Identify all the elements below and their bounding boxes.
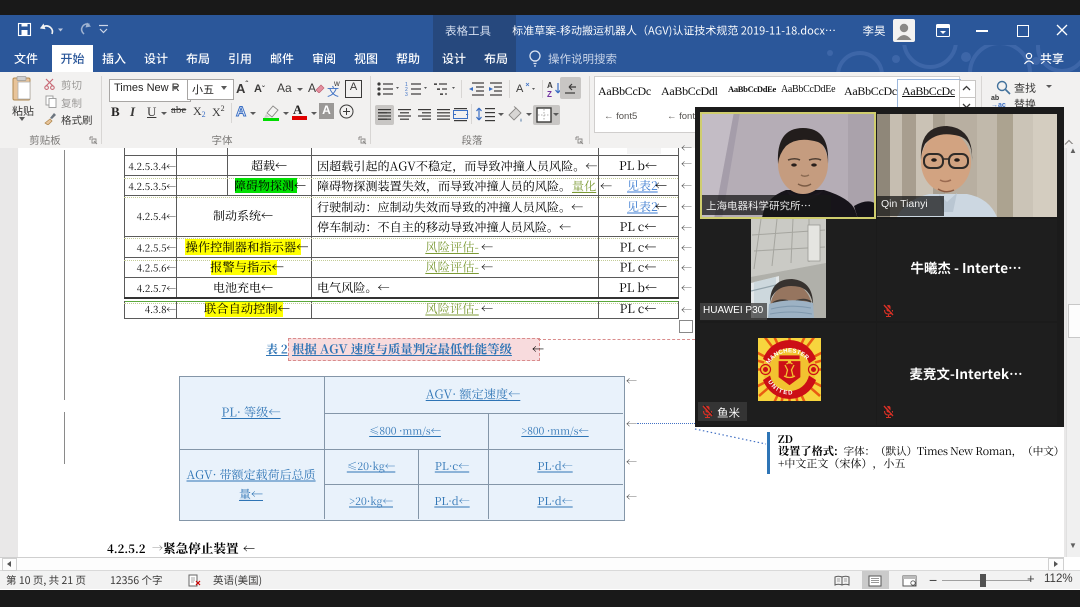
svg-text:A: A [516,83,524,95]
svg-text:A: A [547,81,553,90]
svg-text:Z: Z [547,90,552,98]
svg-text:3: 3 [405,92,408,98]
